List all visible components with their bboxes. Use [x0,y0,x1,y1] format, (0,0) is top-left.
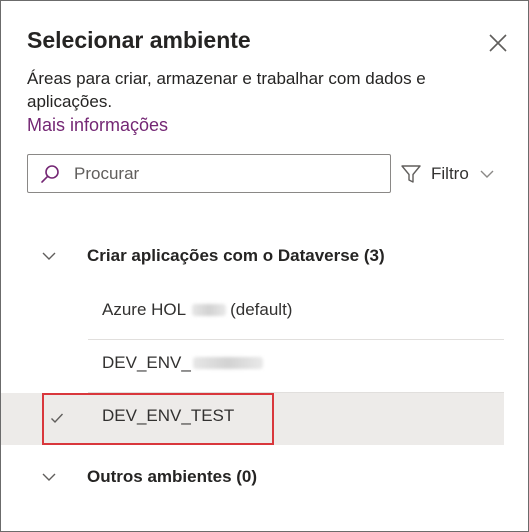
environment-label: Azure HOL (default) [102,300,292,320]
environment-name: Azure HOL [102,300,187,319]
group-label: Criar aplicações com o Dataverse (3) [87,246,385,265]
environment-default-tag: (default) [230,300,293,319]
environment-item[interactable]: Azure HOL (default) [1,287,504,339]
environment-name: DEV_ENV_ [102,353,191,372]
more-info-link[interactable]: Mais informações [27,115,168,136]
group-header-dataverse[interactable]: Criar aplicações com o Dataverse (3) [1,238,528,274]
redacted-text [192,304,227,316]
redacted-text [192,357,263,369]
environment-item-selected[interactable]: DEV_ENV_TEST [1,393,504,445]
filter-label: Filtro [431,164,469,183]
select-environment-panel: Selecionar ambiente Áreas para criar, ar… [0,0,529,532]
search-input[interactable] [74,155,384,192]
panel-description: Áreas para criar, armazenar e trabalhar … [27,69,426,111]
filter-icon [401,165,421,183]
filter-button[interactable]: Filtro [400,161,495,187]
environment-label: DEV_ENV_TEST [102,406,234,426]
chevron-down-icon [480,170,494,178]
group-label: Outros ambientes (0) [87,467,258,486]
environment-name: DEV_ENV_TEST [102,406,235,425]
close-icon[interactable] [487,32,509,54]
checkmark-icon [51,413,64,424]
panel-title: Selecionar ambiente [27,27,251,53]
environment-item[interactable]: DEV_ENV_ [1,340,504,392]
search-icon [41,165,59,183]
group-header-other[interactable]: Outros ambientes (0) [1,459,528,495]
chevron-down-icon [42,473,56,481]
search-box[interactable] [27,154,391,193]
environment-label: DEV_ENV_ [102,353,263,373]
chevron-down-icon [42,252,56,260]
